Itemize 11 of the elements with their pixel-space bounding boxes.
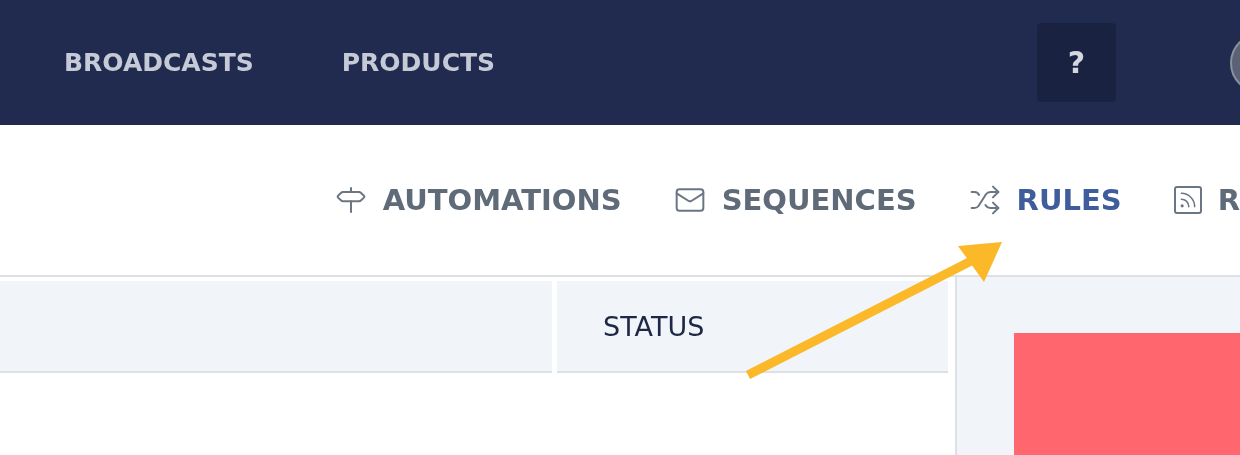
- nav-tab[interactable]: RULES: [968, 183, 1122, 217]
- nav-tab[interactable]: SEQUENCES: [673, 183, 917, 217]
- nav-tab[interactable]: R: [1173, 183, 1240, 217]
- signpost-icon: [334, 184, 367, 216]
- nav-link[interactable]: PRODUCTS: [341, 48, 496, 77]
- column-header: STATUS: [603, 310, 705, 342]
- nav-tab[interactable]: AUTOMATIONS: [334, 183, 622, 217]
- help-button[interactable]: ?: [1037, 23, 1116, 102]
- rss-icon: [1173, 186, 1202, 214]
- shuffle-icon: [968, 184, 1001, 216]
- nav-link[interactable]: BROADCASTS: [64, 48, 254, 77]
